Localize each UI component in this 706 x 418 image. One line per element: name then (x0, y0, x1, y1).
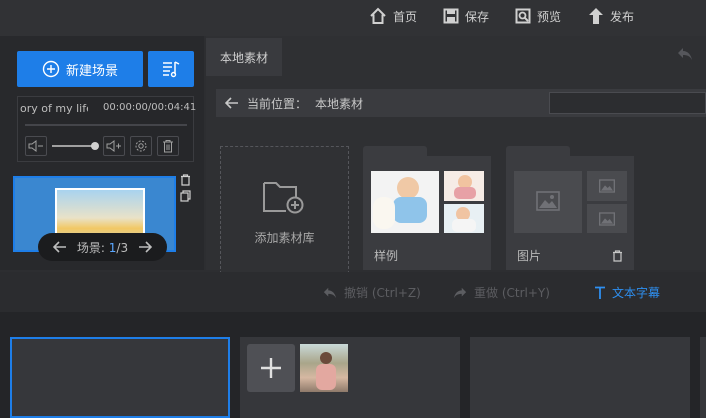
folder-images[interactable]: 图片 (506, 146, 634, 270)
scene-counter-text: 场景: 1/3 (77, 239, 128, 256)
timeline-slot-4[interactable] (700, 337, 706, 418)
image-icon (536, 191, 560, 211)
volume-down-button[interactable] (25, 136, 47, 156)
undo-button[interactable]: 撤销 (Ctrl+Z) (322, 284, 421, 301)
publish-button[interactable]: 发布 (588, 0, 634, 32)
arrow-left-icon[interactable] (52, 241, 67, 253)
music-delete-button[interactable] (157, 136, 179, 156)
arrow-right-icon[interactable] (138, 241, 153, 253)
music-button[interactable] (148, 51, 194, 87)
save-icon (443, 8, 459, 24)
plus-circle-icon (42, 60, 60, 78)
add-library-card[interactable]: 添加素材库 (220, 146, 349, 274)
home-icon (370, 7, 386, 24)
path-label: 当前位置： (247, 96, 308, 111)
image-placeholder-large (514, 171, 582, 233)
save-button[interactable]: 保存 (443, 0, 489, 32)
volume-slider-track[interactable] (52, 145, 94, 147)
volume-up-icon (106, 140, 121, 152)
arrow-up-icon (589, 8, 603, 24)
image-placeholder-small-top (587, 171, 627, 201)
text-subtitle-button[interactable]: 文本字幕 (594, 284, 660, 301)
save-label: 保存 (465, 9, 490, 24)
folder-images-label: 图片 (517, 249, 542, 263)
baby-dress (454, 187, 476, 199)
baby-outfit (452, 219, 476, 232)
music-settings-button[interactable] (130, 136, 152, 156)
undo-icon (323, 287, 337, 298)
add-media-button[interactable] (247, 344, 295, 392)
redo-icon (453, 287, 467, 298)
search-input[interactable] (549, 92, 706, 114)
new-scene-label: 新建场景 (65, 63, 118, 79)
baby-photo-small-bottom (444, 204, 484, 233)
timeline-slot-1[interactable] (10, 337, 230, 418)
music-title: ory of my life (20, 102, 88, 115)
image-icon (599, 179, 615, 193)
trash-icon (181, 174, 190, 186)
add-library-label: 添加素材库 (254, 231, 315, 245)
person-head (320, 352, 332, 364)
image-placeholder-small-bottom (587, 204, 627, 233)
gear-icon (135, 140, 147, 152)
app-window: 首页 保存 预览 发布 新建场景 ory of my life 00:00:00… (0, 0, 706, 418)
timeline-slot-3[interactable] (470, 337, 690, 418)
redo-button[interactable]: 重做 (Ctrl+Y) (452, 284, 550, 301)
text-icon (595, 286, 605, 299)
music-list-icon (163, 61, 180, 78)
music-progress-bar[interactable] (25, 124, 187, 126)
scene-copy-button[interactable] (180, 190, 191, 205)
baby-photo-small-top (444, 171, 484, 201)
baby-body (393, 197, 427, 223)
music-time: 00:00:00/00:04:41 (103, 102, 197, 113)
back-arrow-icon (678, 48, 692, 60)
person-body (316, 364, 336, 390)
new-scene-button[interactable]: 新建场景 (17, 51, 143, 87)
folder-sample[interactable]: 样例 (363, 146, 491, 270)
image-icon (599, 212, 615, 226)
volume-down-icon (28, 140, 43, 152)
puppy (373, 197, 395, 229)
tab-local-material[interactable]: 本地素材 (206, 38, 282, 76)
undo-back-button[interactable] (676, 46, 694, 65)
redo-label: 重做 (Ctrl+Y) (474, 286, 550, 300)
path-value: 本地素材 (315, 96, 364, 111)
volume-up-button[interactable] (103, 136, 125, 156)
scene-counter-prefix: 场景: (76, 240, 105, 255)
trash-icon (163, 140, 173, 153)
add-folder-icon (263, 182, 304, 214)
undo-label: 撤销 (Ctrl+Z) (344, 286, 421, 300)
preview-icon (515, 8, 531, 24)
trash-icon[interactable] (612, 250, 623, 262)
baby-head (397, 177, 419, 199)
volume-slider-handle[interactable] (91, 142, 99, 150)
scene-pager: 场景: 1/3 (38, 233, 167, 261)
text-subtitle-label: 文本字幕 (612, 286, 661, 300)
copy-icon (180, 190, 191, 202)
preview-button[interactable]: 预览 (515, 0, 561, 32)
home-button[interactable]: 首页 (369, 0, 417, 32)
preview-label: 预览 (537, 9, 562, 24)
publish-label: 发布 (610, 9, 635, 24)
timeline-slot-2[interactable] (240, 337, 460, 418)
scene-counter-total: /3 (116, 240, 129, 255)
home-label: 首页 (393, 9, 418, 24)
media-thumbnail[interactable] (300, 344, 348, 392)
plus-icon (261, 358, 281, 378)
folder-sample-label: 样例 (374, 249, 399, 263)
arrow-left-icon[interactable] (225, 97, 239, 109)
scene-delete-button[interactable] (180, 174, 191, 189)
baby-photo-large (371, 171, 439, 233)
